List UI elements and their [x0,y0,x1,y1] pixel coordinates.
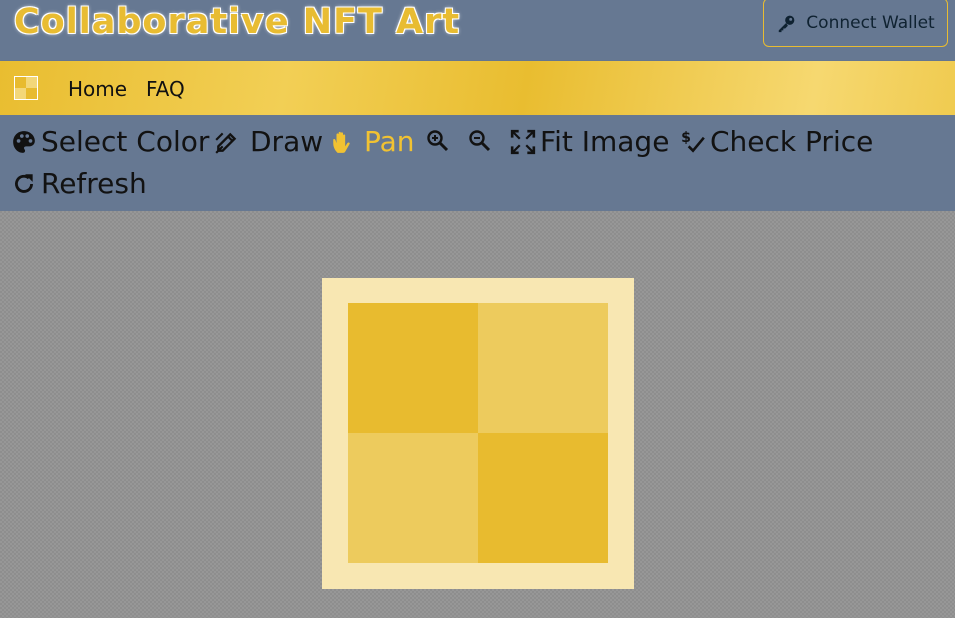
check-price-button[interactable]: $ Check Price [680,125,873,158]
pixel-cell[interactable] [348,303,478,433]
pixel-grid[interactable] [348,303,608,563]
expand-icon [510,129,536,154]
nft-artwork-frame [322,278,634,589]
top-header: Collaborative NFT Art Connect Wallet [0,0,955,61]
draw-label: Draw [250,125,324,158]
draw-button[interactable]: Draw [214,125,323,158]
pixel-cell[interactable] [478,433,608,563]
pencil-icon [215,132,237,154]
check-price-label: Check Price [710,125,874,158]
select-color-label: Select Color [41,125,210,158]
refresh-button[interactable]: Refresh [11,167,147,200]
toolbar: Select Color Draw Pan Fit Image $ Check … [0,115,955,211]
pan-label: Pan [364,125,415,158]
hand-icon [333,131,350,153]
nav-link-faq[interactable]: FAQ [146,77,185,101]
fit-image-label: Fit Image [540,125,670,158]
app-title: Collaborative NFT Art [14,2,461,42]
checkerboard-logo[interactable] [14,76,38,100]
svg-text:$: $ [681,130,691,146]
nav-link-home[interactable]: Home [68,77,127,101]
pan-button[interactable]: Pan [330,125,415,158]
pixel-cell[interactable] [348,433,478,563]
price-check-icon: $ [681,130,705,153]
refresh-label: Refresh [41,167,147,200]
refresh-icon [15,173,33,193]
palette-icon [13,130,35,153]
zoom-in-button[interactable] [426,129,450,153]
pixel-cell[interactable] [478,303,608,433]
fit-image-button[interactable]: Fit Image [510,125,669,158]
select-color-button[interactable]: Select Color [11,125,209,158]
navbar: Home FAQ [0,61,955,115]
connect-wallet-button[interactable]: Connect Wallet [763,0,948,47]
key-icon [779,15,795,32]
connect-wallet-label: Connect Wallet [806,12,935,33]
canvas-area[interactable] [0,211,955,618]
zoom-out-button[interactable] [468,129,492,153]
zoom-in-icon [427,130,449,152]
zoom-out-icon [469,130,491,152]
